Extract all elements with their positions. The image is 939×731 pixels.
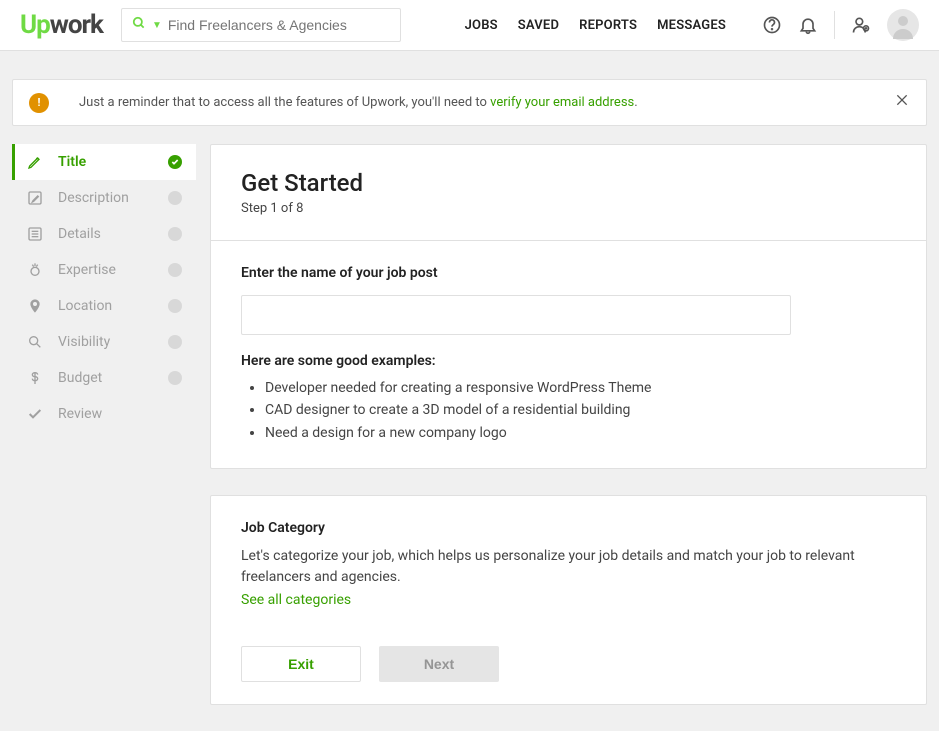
category-card: Job Category Let's categorize your job, …	[210, 495, 927, 705]
step-visibility[interactable]: Visibility	[12, 324, 196, 360]
eye-icon	[26, 334, 44, 350]
see-all-categories-link[interactable]: See all categories	[241, 592, 351, 608]
alert-banner: ! Just a reminder that to access all the…	[12, 79, 927, 126]
title-card: Get Started Step 1 of 8 Enter the name o…	[210, 144, 927, 469]
main-nav: JOBS SAVED REPORTS MESSAGES	[465, 9, 919, 41]
step-label: Location	[58, 298, 154, 314]
step-sidebar: Title Description Details Expertise Loca…	[12, 144, 196, 432]
nav-messages[interactable]: MESSAGES	[657, 18, 726, 33]
step-details[interactable]: Details	[12, 216, 196, 252]
step-title[interactable]: Title	[12, 144, 196, 180]
verify-email-link[interactable]: verify your email address	[490, 95, 634, 110]
divider	[834, 11, 835, 39]
step-location[interactable]: Location	[12, 288, 196, 324]
nav-reports[interactable]: REPORTS	[579, 18, 637, 33]
nav-jobs[interactable]: JOBS	[465, 18, 498, 33]
page-title: Get Started	[241, 169, 896, 197]
examples-list: Developer needed for creating a responsi…	[241, 377, 896, 444]
search-input[interactable]	[168, 17, 390, 33]
check-icon	[26, 406, 44, 422]
pencil-icon	[26, 154, 44, 170]
step-budget[interactable]: Budget	[12, 360, 196, 396]
bell-icon[interactable]	[798, 15, 818, 35]
step-label: Visibility	[58, 334, 154, 350]
check-icon	[168, 155, 182, 169]
chevron-down-icon[interactable]: ▼	[152, 20, 162, 31]
main-content: Get Started Step 1 of 8 Enter the name o…	[210, 144, 927, 731]
category-title: Job Category	[241, 520, 896, 536]
status-dot	[168, 263, 182, 277]
user-plus-icon[interactable]	[851, 15, 871, 35]
list-item: Need a design for a new company logo	[265, 422, 896, 444]
step-expertise[interactable]: Expertise	[12, 252, 196, 288]
step-label: Title	[58, 154, 154, 170]
category-description: Let's categorize your job, which helps u…	[241, 546, 896, 588]
exit-button[interactable]: Exit	[241, 646, 361, 682]
step-description[interactable]: Description	[12, 180, 196, 216]
status-dot	[168, 227, 182, 241]
examples-heading: Here are some good examples:	[241, 353, 896, 369]
search-bar[interactable]: ▼	[121, 8, 401, 42]
status-dot	[168, 191, 182, 205]
step-label: Details	[58, 226, 154, 242]
nav-saved[interactable]: SAVED	[518, 18, 559, 33]
status-dot	[168, 335, 182, 349]
top-header: Upwork ▼ JOBS SAVED REPORTS MESSAGES	[0, 0, 939, 51]
help-icon[interactable]	[762, 15, 782, 35]
step-label: Expertise	[58, 262, 154, 278]
badge-icon	[26, 262, 44, 278]
alert-text: Just a reminder that to access all the f…	[69, 95, 874, 110]
edit-icon	[26, 190, 44, 206]
step-review[interactable]: Review	[12, 396, 196, 432]
close-icon[interactable]	[894, 92, 910, 113]
upwork-logo[interactable]: Upwork	[20, 10, 103, 40]
warning-icon: !	[29, 93, 49, 113]
list-item: CAD designer to create a 3D model of a r…	[265, 399, 896, 421]
dollar-icon	[26, 370, 44, 386]
status-dot	[168, 299, 182, 313]
job-name-input[interactable]	[241, 295, 791, 335]
list-icon	[26, 226, 44, 242]
step-label: Review	[58, 406, 182, 422]
step-label: Description	[58, 190, 154, 206]
next-button[interactable]: Next	[379, 646, 499, 682]
list-item: Developer needed for creating a responsi…	[265, 377, 896, 399]
search-icon	[132, 16, 146, 34]
pin-icon	[26, 298, 44, 314]
avatar[interactable]	[887, 9, 919, 41]
job-name-label: Enter the name of your job post	[241, 265, 896, 281]
step-label: Budget	[58, 370, 154, 386]
status-dot	[168, 371, 182, 385]
step-indicator: Step 1 of 8	[241, 201, 896, 216]
